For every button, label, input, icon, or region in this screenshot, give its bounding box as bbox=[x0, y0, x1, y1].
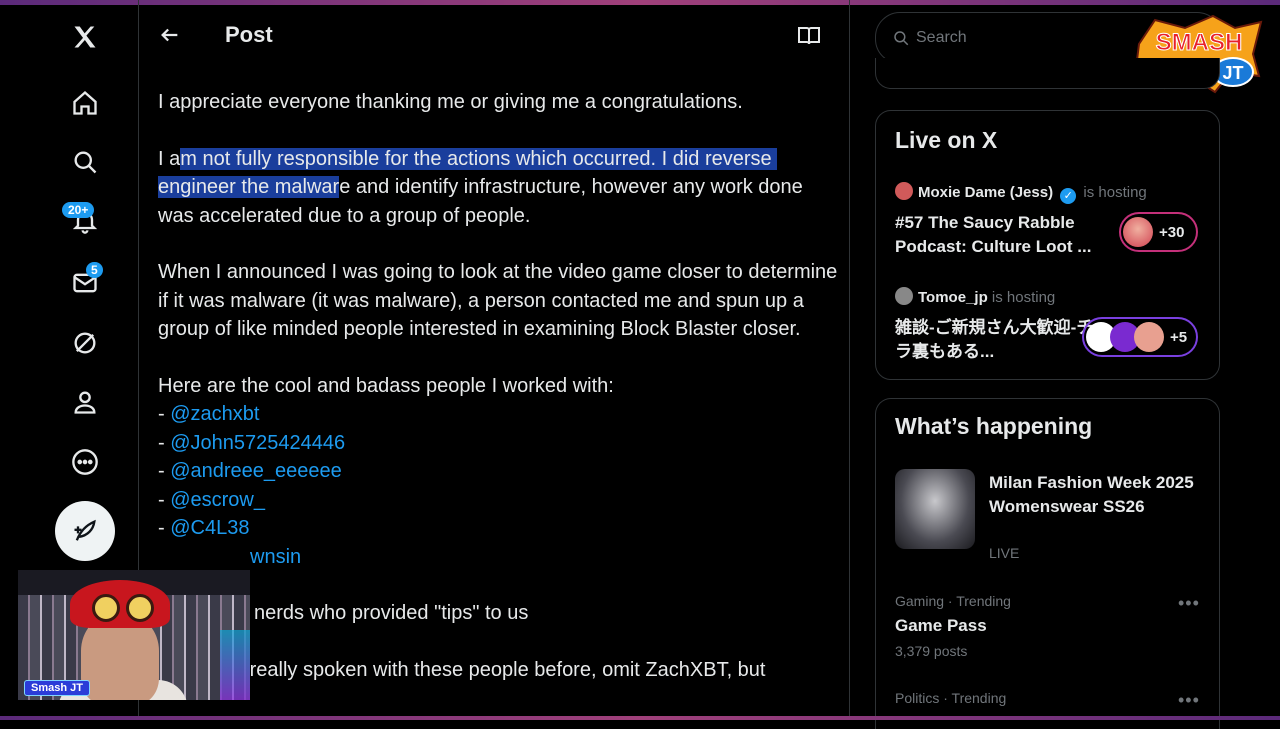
post-paragraph: I appreciate everyone thanking me or giv… bbox=[158, 91, 743, 113]
back-arrow-icon[interactable] bbox=[159, 24, 181, 46]
grok-slash-icon[interactable] bbox=[60, 318, 110, 368]
mention-link[interactable]: @andreee_eeeeee bbox=[170, 460, 342, 482]
avatar bbox=[1134, 322, 1164, 352]
post-text: I've never really spoken with these peop… bbox=[158, 658, 766, 681]
home-icon[interactable] bbox=[60, 78, 110, 128]
verified-badge-icon: ✓ bbox=[1060, 188, 1077, 204]
webcam-hat bbox=[70, 580, 170, 628]
notifications-badge: 20+ bbox=[62, 202, 95, 218]
mention-link[interactable]: @zachxbt bbox=[170, 403, 259, 425]
compose-post-button[interactable] bbox=[55, 501, 115, 561]
svg-text:JT: JT bbox=[1222, 63, 1243, 83]
search-icon bbox=[894, 31, 909, 46]
avatar bbox=[895, 182, 913, 200]
mention-line: - @John5725424446 bbox=[158, 431, 346, 454]
live-space-title[interactable]: #57 The Saucy Rabble Podcast: Culture Lo… bbox=[895, 211, 1110, 259]
post-header: Post bbox=[139, 0, 849, 68]
messages-envelope-icon[interactable] bbox=[60, 258, 110, 308]
search-placeholder: Search bbox=[916, 29, 967, 46]
trend-name[interactable]: Game Pass bbox=[895, 616, 987, 636]
mention-line: - @andreee_eeeeee bbox=[158, 460, 342, 482]
happening-title: What’s happening bbox=[895, 413, 1093, 439]
explore-search-icon[interactable] bbox=[60, 137, 110, 187]
mention-link[interactable]: wnsin bbox=[250, 546, 301, 568]
live-title: Live on X bbox=[895, 127, 998, 153]
mention-line: wnsin bbox=[158, 543, 838, 572]
trend-category: Politics · Trending bbox=[895, 690, 1007, 706]
avatar bbox=[895, 287, 913, 305]
webcam-label: Smash JT bbox=[24, 680, 90, 696]
mention-line: - @C4L38 bbox=[158, 517, 250, 539]
post-paragraph: I am not fully responsible for the actio… bbox=[158, 145, 838, 231]
stream-frame-bottom bbox=[0, 716, 1280, 720]
more-options-icon[interactable]: ••• bbox=[1178, 690, 1200, 711]
mention-line: - @escrow_ bbox=[158, 488, 265, 511]
live-listeners-pill[interactable]: +5 bbox=[1082, 317, 1198, 357]
mention-link[interactable]: @escrow_ bbox=[170, 489, 265, 511]
trend-post-count: 3,379 posts bbox=[895, 643, 968, 659]
live-on-x-card: Live on X Moxie Dame (Jess) ✓ is hosting… bbox=[875, 110, 1220, 380]
live-host-line[interactable]: Moxie Dame (Jess) ✓ is hosting bbox=[895, 182, 1147, 204]
post-paragraph: When I announced I was going to look at … bbox=[158, 261, 843, 340]
x-logo-icon[interactable] bbox=[60, 12, 110, 62]
whats-happening-card: What’s happening Milan Fashion Week 2025… bbox=[875, 398, 1220, 729]
mention-link[interactable]: @John5725424446 bbox=[170, 432, 345, 454]
sidebar-card-partial bbox=[875, 58, 1220, 89]
live-host-line[interactable]: Tomoe_jp is hosting bbox=[895, 287, 1055, 306]
page-title: Post bbox=[225, 22, 273, 47]
mention-line: - @zachxbt bbox=[158, 403, 260, 425]
post-text: I a bbox=[158, 147, 181, 170]
reader-mode-book-icon[interactable] bbox=[797, 25, 821, 47]
messages-badge: 5 bbox=[86, 262, 103, 278]
more-options-icon[interactable]: ••• bbox=[1178, 593, 1200, 614]
more-ellipsis-icon[interactable] bbox=[60, 437, 110, 487]
avatar bbox=[1123, 217, 1153, 247]
profile-person-icon[interactable] bbox=[60, 377, 110, 427]
post-body: I appreciate everyone thanking me or giv… bbox=[158, 88, 838, 684]
live-space-title[interactable]: 雑談-ご新規さん大歓迎-チラ裏もある... bbox=[895, 316, 1110, 364]
webcam-light bbox=[220, 630, 250, 700]
trend-category: Gaming · Trending bbox=[895, 593, 1011, 609]
post-text: nerds who provided "tips" to us bbox=[254, 602, 529, 624]
featured-trend-name[interactable]: Milan Fashion Week 2025 Womenswear SS26 bbox=[989, 471, 1204, 519]
post-paragraph: Here are the cool and badass people I wo… bbox=[158, 374, 614, 397]
hat-eye bbox=[126, 594, 154, 622]
svg-text:SMASH: SMASH bbox=[1156, 29, 1243, 56]
hat-eye bbox=[92, 594, 120, 622]
live-listeners-pill[interactable]: +30 bbox=[1119, 212, 1198, 252]
featured-trend-status: LIVE bbox=[989, 545, 1020, 561]
mention-link[interactable]: @C4L38 bbox=[170, 517, 249, 539]
trend-thumbnail[interactable] bbox=[895, 469, 975, 549]
